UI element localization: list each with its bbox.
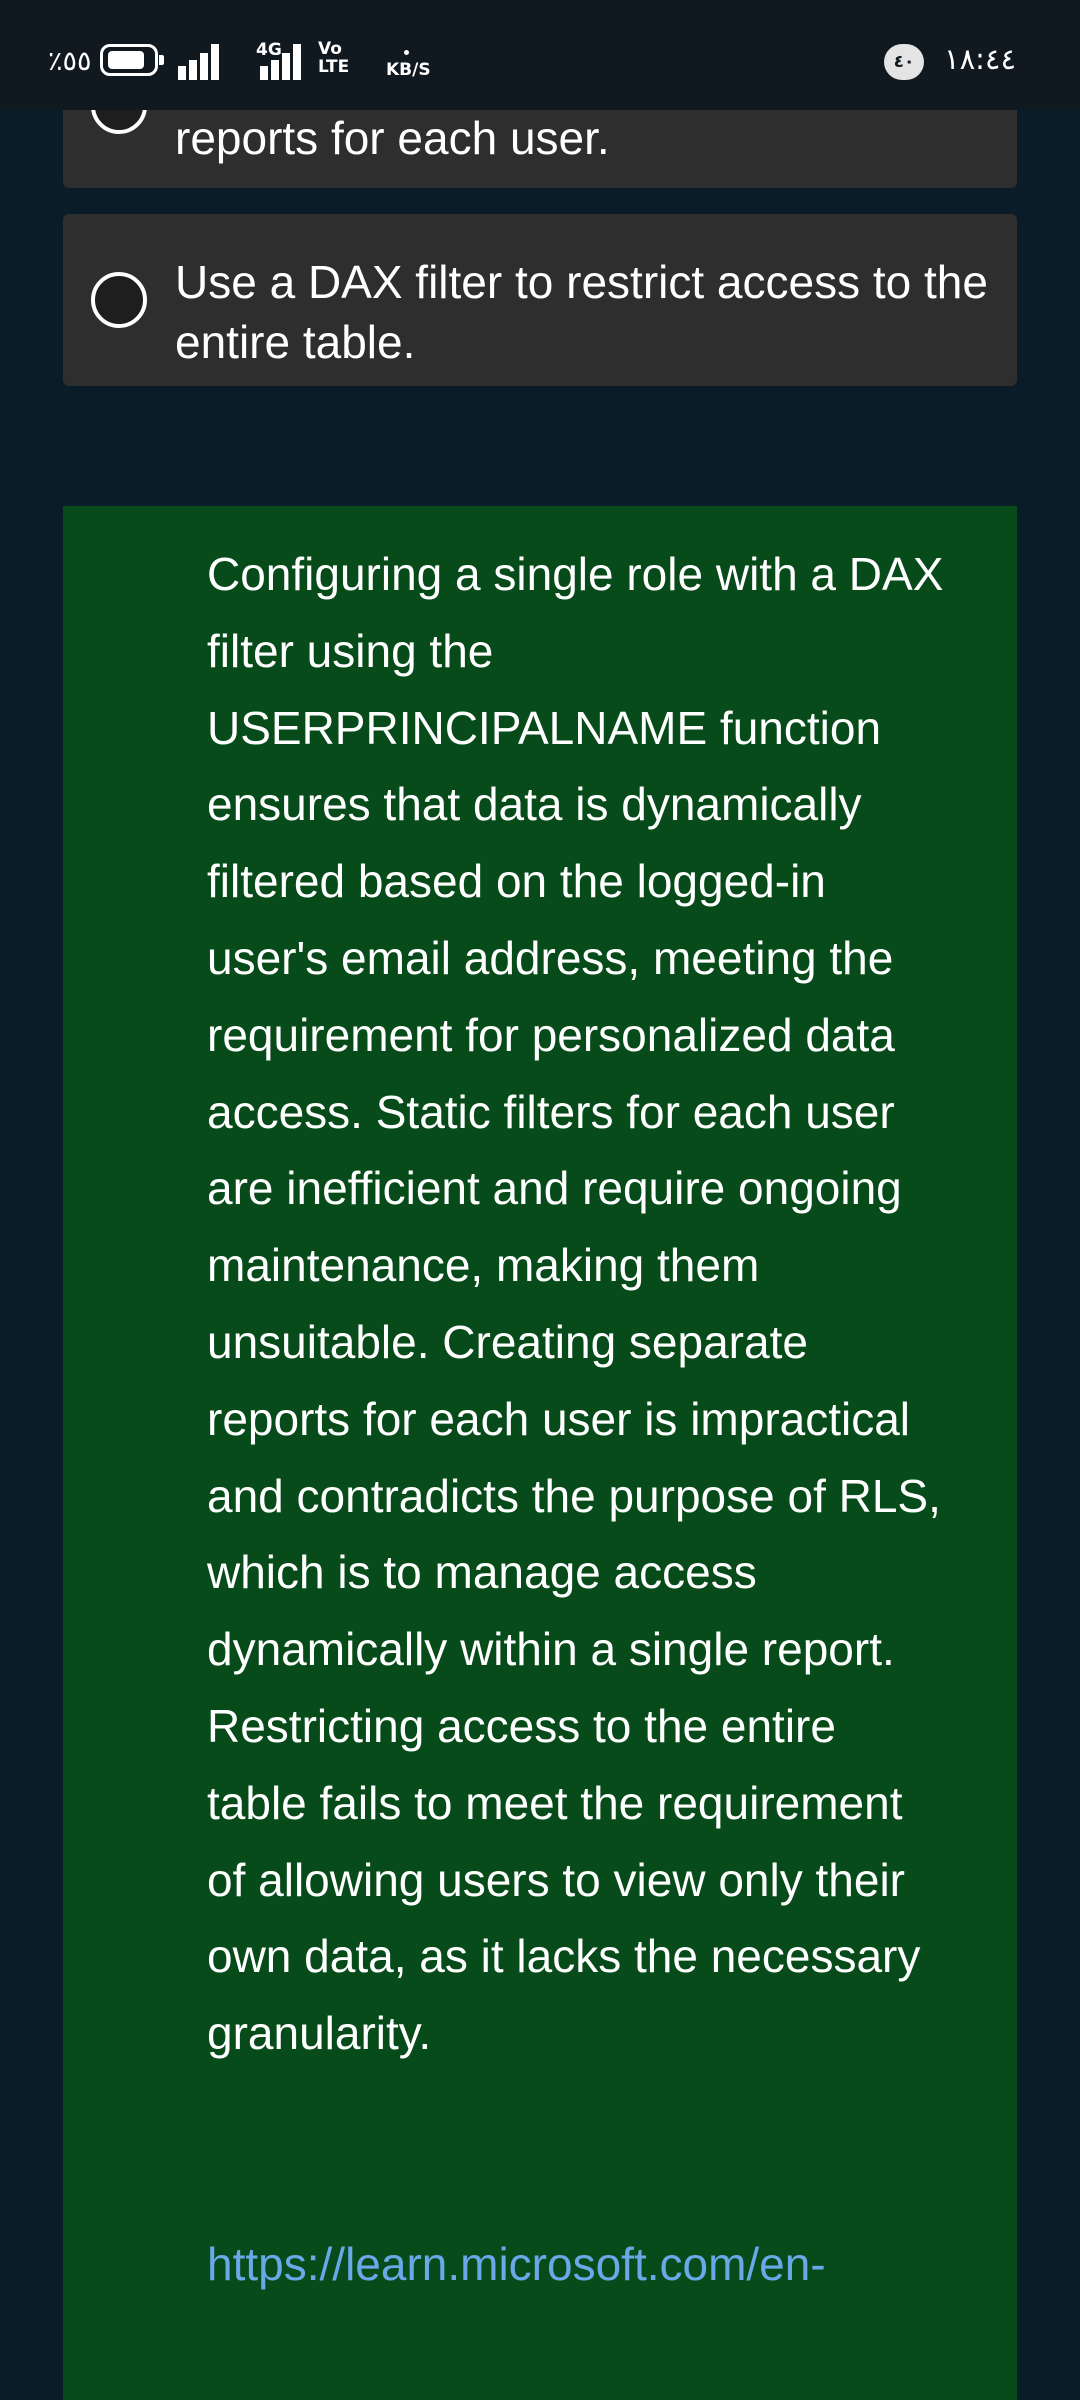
radio-button[interactable] [91, 272, 147, 328]
battery-percent: ٪٥٥ [48, 46, 92, 77]
answer-option-text: Use a DAX filter to restrict access to t… [175, 256, 988, 368]
reference-link[interactable]: https://learn.microsoft.com/en- [207, 2226, 967, 2303]
explanation-panel: Configuring a single role with a DAX fil… [63, 506, 1017, 2400]
notification-badge: ٤٠ [884, 44, 924, 80]
volte-icon: Vo LTE [318, 39, 350, 77]
status-time: ١٨:٤٤ [944, 42, 1017, 76]
speed-dot-icon [404, 50, 409, 55]
answer-option-text: reports for each user. [175, 112, 610, 164]
status-bar: ٪٥٥ 4G Vo LTE KB/S ٤٠ ١٨:٤٤ [0, 0, 1080, 110]
signal-icon [178, 42, 228, 80]
answer-option[interactable]: Use a DAX filter to restrict access to t… [63, 214, 1017, 386]
explanation-text: Configuring a single role with a DAX fil… [207, 548, 944, 2060]
signal-icon-4g [260, 42, 310, 80]
battery-icon [100, 44, 164, 76]
network-speed-unit: KB/S [386, 60, 431, 80]
quiz-page: ٪٥٥ 4G Vo LTE KB/S ٤٠ ١٨:٤٤ reports for … [0, 0, 1080, 2400]
